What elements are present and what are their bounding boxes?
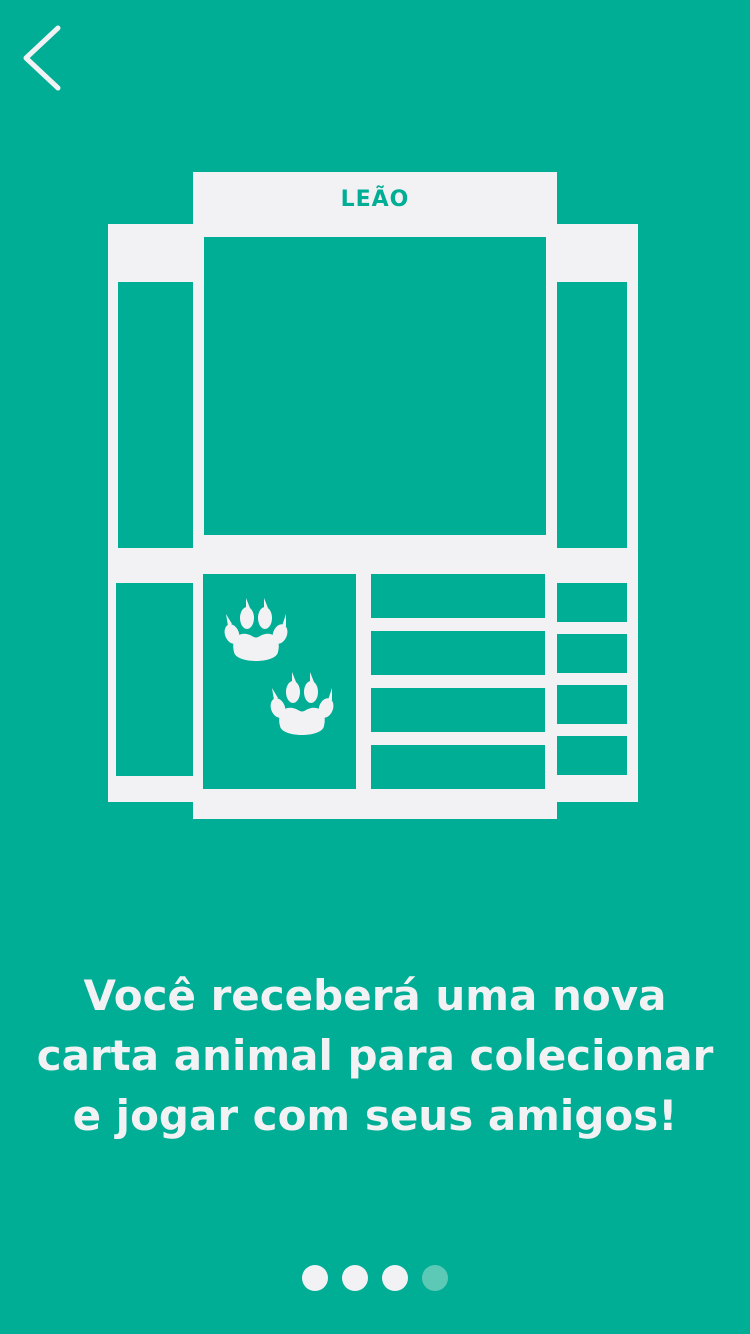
onboarding-screen: LEÃO Você receberá uma nova carta animal… bbox=[0, 0, 750, 1334]
page-dot[interactable] bbox=[302, 1265, 328, 1291]
card-image-area bbox=[204, 237, 546, 535]
page-indicator bbox=[0, 1265, 750, 1293]
card-stat-row bbox=[371, 574, 545, 618]
message-line: Você receberá uma nova bbox=[83, 971, 667, 1020]
page-dot[interactable] bbox=[342, 1265, 368, 1291]
message-line: e jogar com seus amigos! bbox=[72, 1091, 678, 1140]
card-stat-row bbox=[371, 631, 545, 675]
card-left-lower-panel bbox=[116, 583, 193, 776]
message-line: carta animal para colecionar bbox=[36, 1031, 714, 1080]
card-stat-row bbox=[371, 688, 545, 732]
page-dot-active[interactable] bbox=[422, 1265, 448, 1291]
card-stat-value bbox=[557, 634, 627, 673]
card-title: LEÃO bbox=[340, 187, 410, 212]
card-footprint-area bbox=[203, 574, 356, 789]
animal-card-illustration bbox=[108, 172, 638, 819]
card-stat-value bbox=[557, 736, 627, 775]
card-stat-value bbox=[557, 685, 627, 724]
card-right-panel bbox=[557, 282, 627, 548]
card-stat-value bbox=[557, 583, 627, 622]
onboarding-message: Você receberá uma nova carta animal para… bbox=[0, 966, 750, 1146]
card-left-panel bbox=[118, 282, 193, 548]
card-stat-row bbox=[371, 745, 545, 789]
page-dot[interactable] bbox=[382, 1265, 408, 1291]
